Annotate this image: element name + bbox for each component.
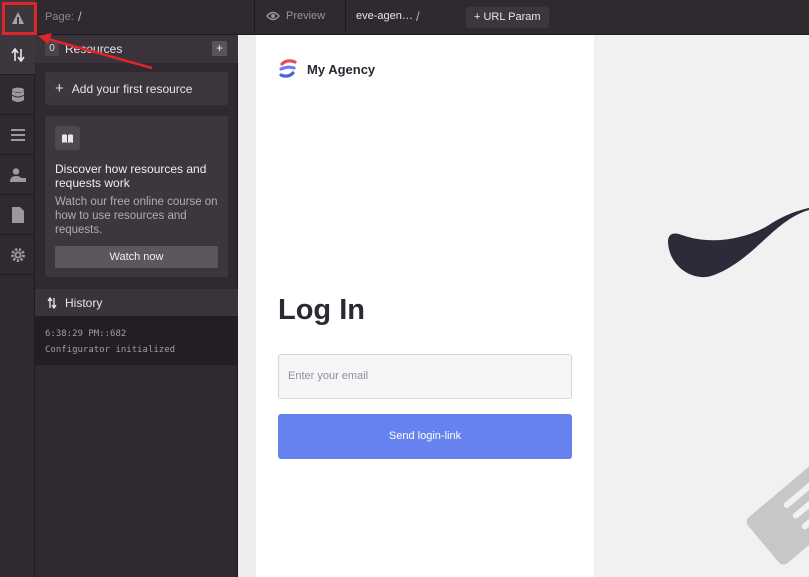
send-login-link-button[interactable]: Send login-link	[278, 414, 572, 459]
url-param-button[interactable]: + URL Param	[466, 7, 549, 28]
highlight-box	[2, 2, 37, 35]
top-bar: Page: / Preview eve-agen… / + URL Param	[0, 0, 809, 35]
book-icon	[55, 126, 80, 150]
preview-label: Preview	[286, 10, 326, 22]
user-lock-icon	[9, 167, 26, 182]
illustration-area	[594, 35, 809, 577]
database-icon	[11, 87, 24, 102]
rail-item-resources[interactable]	[0, 35, 35, 75]
app-name[interactable]: eve-agen…	[356, 10, 413, 22]
email-input[interactable]: Enter your email	[278, 354, 572, 399]
history-arrows-icon	[47, 296, 57, 309]
history-log: 6:38:29 PM::682 Configurator initialized	[35, 316, 238, 365]
resources-title: Resources	[65, 42, 123, 56]
divider	[345, 0, 346, 35]
add-resource-label: Add your first resource	[71, 81, 193, 96]
rail-item-structure[interactable]	[0, 115, 35, 155]
history-line: 6:38:29 PM::682	[45, 329, 127, 339]
preview-toggle[interactable]: Preview	[266, 10, 325, 22]
page-label: Page:	[45, 11, 74, 23]
login-title: Log In	[278, 294, 365, 326]
brand-name: My Agency	[307, 61, 376, 77]
add-resource-plus-button[interactable]: +	[212, 41, 227, 56]
preview-canvas: My Agency Log In Enter your email Send l…	[238, 35, 809, 577]
history-header[interactable]: History	[35, 289, 238, 316]
page-path[interactable]: /	[78, 9, 82, 24]
resource-count-badge: 0	[45, 41, 59, 56]
rail-item-settings[interactable]	[0, 235, 35, 275]
file-icon	[11, 206, 24, 223]
divider	[254, 0, 255, 35]
resources-panel: 0 Resources + + Add your first resource …	[35, 35, 238, 577]
brand-logo-icon	[279, 59, 297, 78]
decorative-shapes	[668, 208, 809, 565]
rail-item-pages[interactable]	[0, 195, 35, 235]
learn-card-description: Watch our free online course on how to u…	[55, 196, 218, 236]
resources-header: 0 Resources +	[35, 35, 238, 63]
arrows-up-down-icon	[10, 47, 25, 62]
sidebar-rail	[0, 35, 35, 577]
login-page: My Agency Log In Enter your email Send l…	[256, 35, 594, 577]
add-first-resource-button[interactable]: + Add your first resource	[45, 72, 228, 105]
watch-now-button[interactable]: Watch now	[55, 246, 218, 268]
brand: My Agency	[278, 59, 375, 79]
history-line: Configurator initialized	[45, 345, 176, 355]
rail-item-users[interactable]	[0, 155, 35, 195]
eye-icon	[266, 11, 280, 21]
rail-item-database[interactable]	[0, 75, 35, 115]
history-title: History	[65, 295, 103, 310]
lines-icon	[10, 128, 25, 141]
plus-icon: +	[55, 80, 64, 97]
app-path-slash: /	[416, 9, 420, 24]
learn-card-title: Discover how resources and requests work	[55, 162, 207, 190]
learn-card: Discover how resources and requests work…	[45, 116, 228, 277]
gear-icon	[10, 247, 25, 262]
